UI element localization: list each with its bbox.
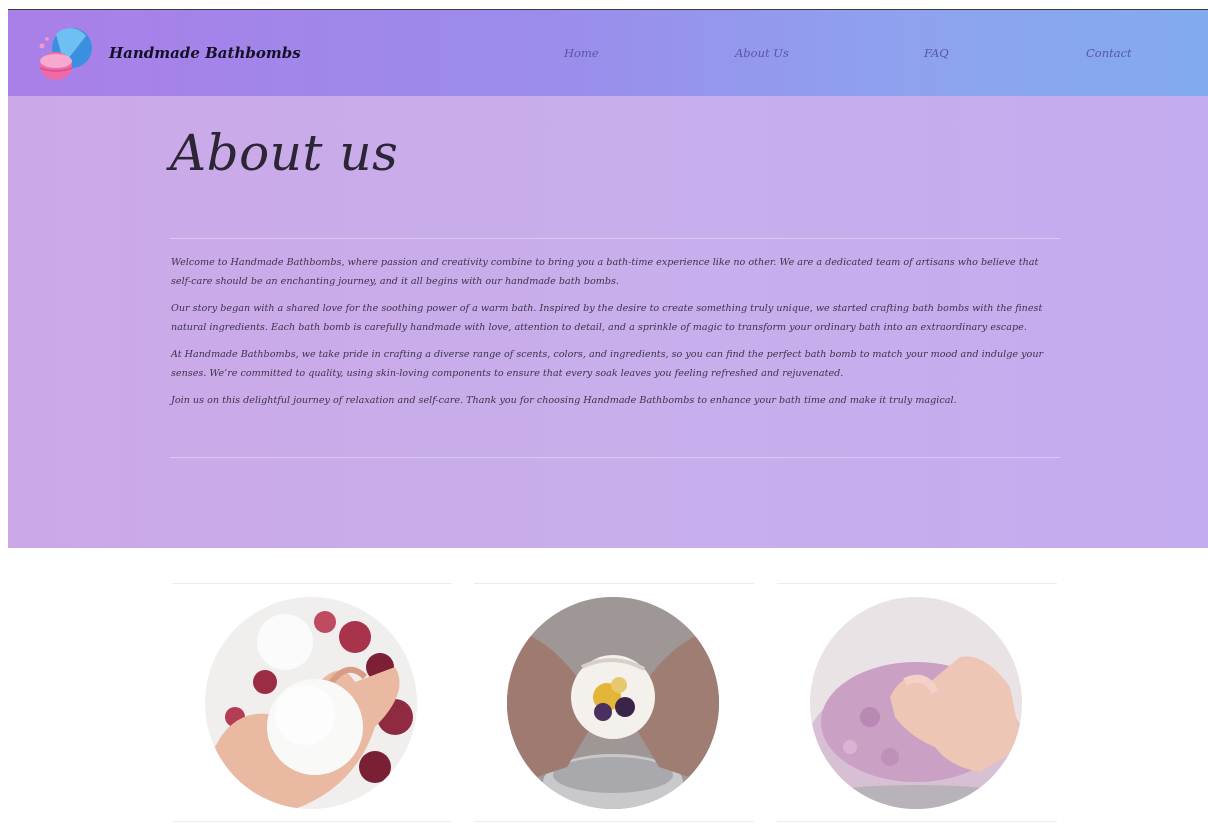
about-paragraph: At Handmade Bathbombs, we take pride in … [171, 349, 1044, 379]
divider [170, 238, 1060, 239]
card-divider [172, 583, 452, 584]
nav-faq[interactable]: FAQ [924, 46, 949, 60]
about-paragraph: Our story began with a shared love for t… [171, 303, 1043, 333]
card-divider [172, 821, 452, 822]
about-text: Welcome to Handmade Bathbombs, where pas… [171, 253, 1061, 418]
card-divider [474, 583, 754, 584]
flower-bathbomb-in-hands-photo [507, 597, 719, 809]
brand-name[interactable]: Handmade Bathbombs [109, 44, 301, 62]
page-title: About us [170, 124, 399, 182]
about-section: About us Welcome to Handmade Bathbombs, … [8, 96, 1208, 548]
bathbomb-logo-icon[interactable] [34, 24, 96, 82]
pink-bathbomb-mixture-photo [810, 597, 1022, 809]
about-paragraph: Welcome to Handmade Bathbombs, where pas… [171, 257, 1039, 287]
divider [170, 457, 1060, 458]
card-divider [777, 821, 1057, 822]
white-bathbomb-in-hand-photo [205, 597, 417, 809]
nav-home[interactable]: Home [564, 46, 599, 60]
nav-about-us[interactable]: About Us [735, 46, 789, 60]
nav-contact[interactable]: Contact [1086, 46, 1132, 60]
card-divider [474, 821, 754, 822]
navbar: Handmade Bathbombs Home About Us FAQ Con… [8, 10, 1208, 96]
card-divider [777, 583, 1057, 584]
about-paragraph: Join us on this delightful journey of re… [171, 395, 957, 406]
